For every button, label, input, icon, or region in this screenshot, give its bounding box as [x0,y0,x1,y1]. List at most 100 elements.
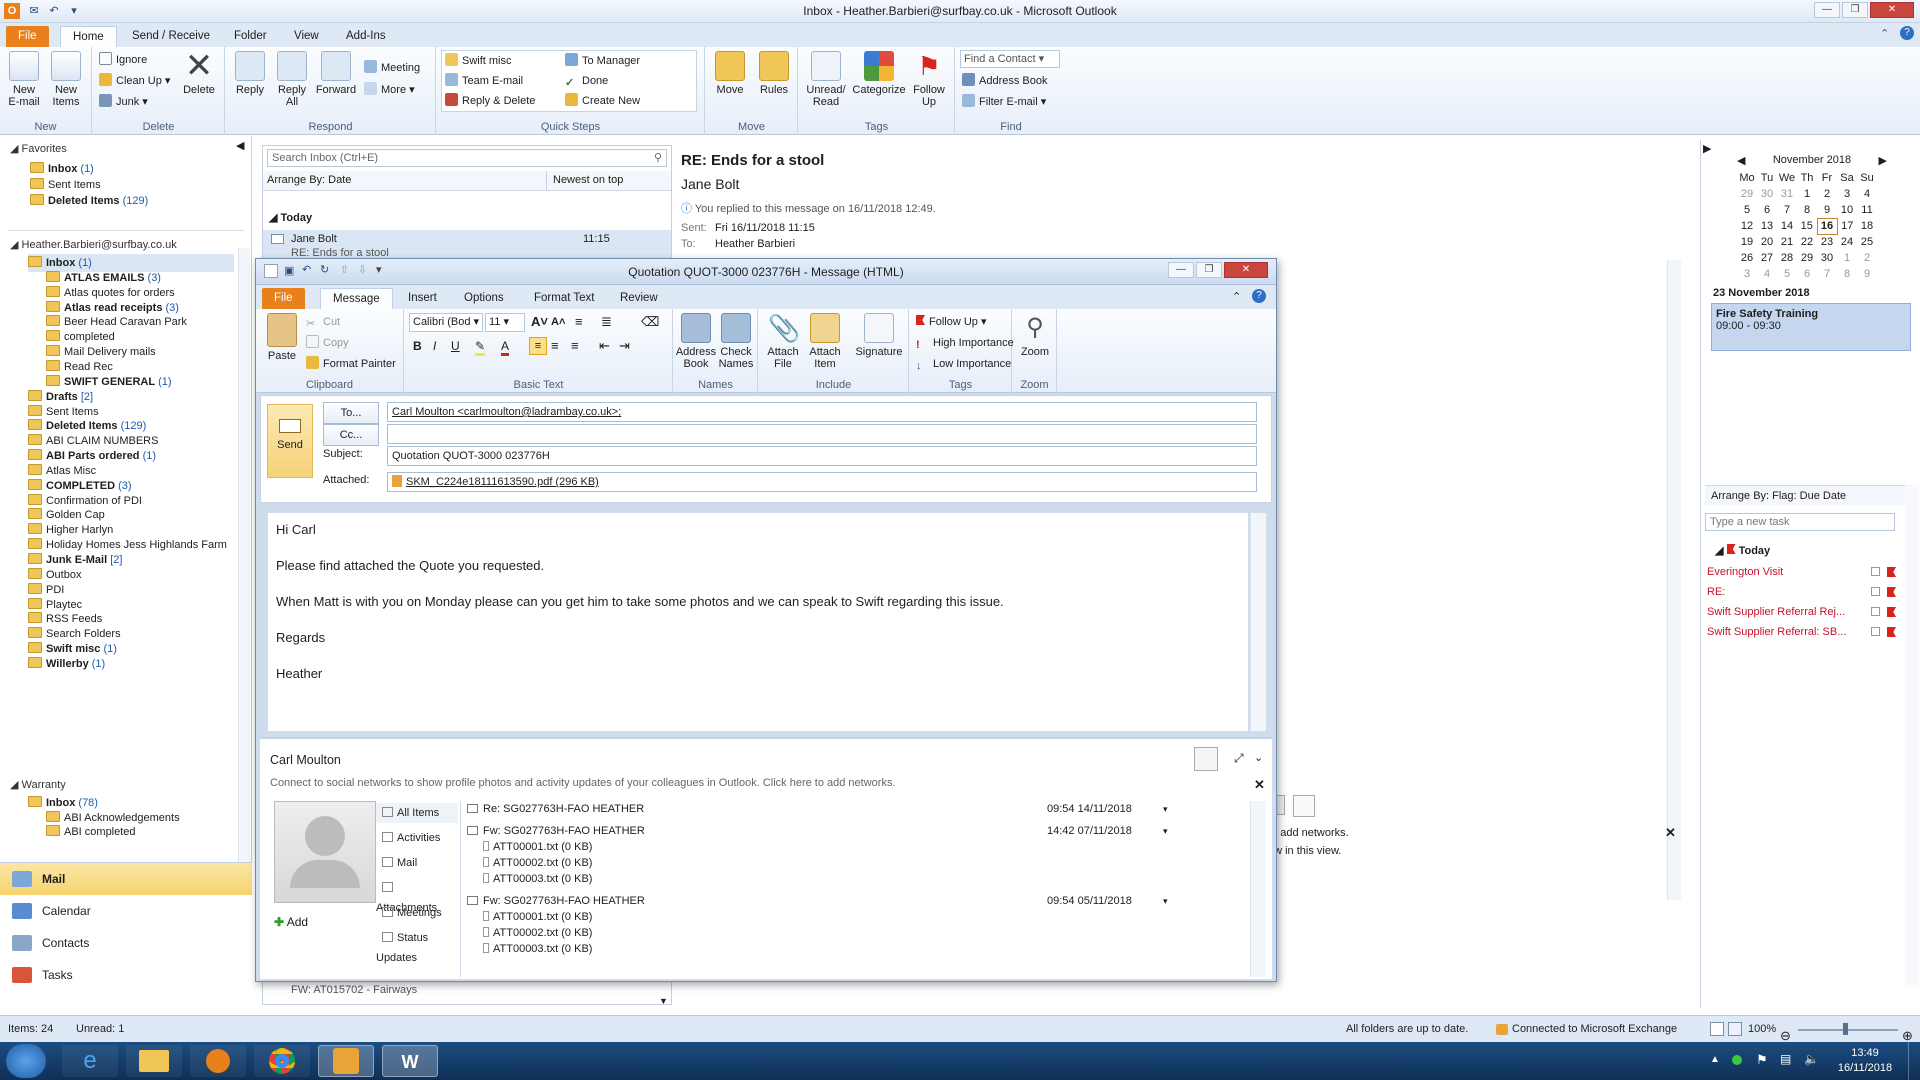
calendar-today[interactable]: 16 [1816,217,1838,235]
show-desktop-button[interactable] [1908,1042,1920,1080]
chevron-down-icon[interactable]: ▾ [1163,801,1168,817]
underline-icon[interactable]: U [451,339,460,353]
calendar-day[interactable]: 13 [1757,218,1777,234]
calendar-day[interactable]: 1 [1797,186,1817,202]
favorites-header[interactable]: ◢ Favorites [10,140,250,158]
warranty-header[interactable]: ◢ Warranty [10,776,250,794]
calendar-day[interactable]: 30 [1817,250,1837,266]
people-filter-item[interactable]: Status Updates [376,928,458,964]
signature-button[interactable]: Signature [851,313,907,358]
calendar-day[interactable]: 25 [1857,234,1877,250]
font-color-icon[interactable]: A [501,339,510,356]
quick-step-team-email[interactable]: Team E-mail [445,72,523,91]
close-icon[interactable]: ✕ [1665,825,1676,841]
avatar[interactable] [1293,795,1315,817]
people-filter-item[interactable]: Mail [376,853,458,873]
list-item[interactable]: Jane Bolt 11:15 RE: Ends for a stool [263,230,671,260]
filter-email-button[interactable]: Filter E-mail ▾ [962,93,1046,112]
calendar-day[interactable]: 9 [1817,202,1837,218]
quick-step-done[interactable]: ✓ Done [565,72,608,91]
minimize-ribbon-icon[interactable]: ⌃ [1232,290,1241,303]
new-email-button[interactable]: New E-mail [2,51,46,108]
calendar-day[interactable]: 21 [1777,234,1797,250]
calendar-day[interactable]: 29 [1737,186,1757,202]
calendar-day[interactable]: 31 [1777,186,1797,202]
appointment[interactable]: Fire Safety Training 09:00 - 09:30 [1711,303,1911,351]
categorize-button[interactable]: Categorize [851,51,907,96]
word-taskbar-icon[interactable]: W [382,1045,438,1077]
people-filter-item[interactable]: Activities [376,828,458,848]
attachment-item[interactable]: ATT00002.txt (0 KB) [483,855,592,871]
to-value[interactable]: Heather Barbieri [715,238,795,250]
flag-icon[interactable] [1887,567,1896,577]
social-hint[interactable]: to add networks. [1268,827,1349,839]
clear-formatting-icon[interactable]: ⌫ [641,314,659,330]
close-button[interactable]: ✕ [1870,2,1914,18]
reading-scrollbar[interactable] [1667,260,1681,900]
reply-button[interactable]: Reply [228,51,272,96]
compose-tab-message[interactable]: Message [320,288,393,309]
people-filter-item[interactable]: Attachments [376,878,458,914]
format-painter-button[interactable]: Format Painter [306,355,396,374]
network-icon[interactable]: ▤ [1780,1052,1791,1066]
calendar-day[interactable]: 28 [1777,250,1797,266]
chevron-down-icon[interactable]: ⌄ [1254,751,1263,764]
calendar-day[interactable]: 2 [1817,186,1837,202]
calendar-day[interactable]: 7 [1817,266,1837,282]
compose-tab-file[interactable]: File [262,288,305,309]
sort-order[interactable]: Newest on top [546,171,623,190]
body-scrollbar[interactable] [1250,513,1266,731]
calendar-day[interactable]: 17 [1837,218,1857,234]
module-tasks[interactable]: Tasks [0,959,252,991]
attach-item-button[interactable]: Attach Item [803,313,847,370]
tab-file[interactable]: File [6,26,49,47]
flag-tray-icon[interactable]: ⚑ [1756,1052,1768,1068]
chevron-down-icon[interactable]: ▾ [1163,893,1168,909]
low-importance-button[interactable]: ↓ Low Importance [916,355,1011,374]
zoom-level[interactable]: 100% [1748,1016,1776,1043]
prev-month-icon[interactable]: ◀ [1737,154,1745,167]
expand-icon[interactable]: ⤢ [1234,751,1244,766]
attachment-item[interactable]: ATT00003.txt (0 KB) [483,871,592,887]
new-items-button[interactable]: New Items [44,51,88,108]
attachment-field[interactable]: SKM_C224e18111613590.pdf (296 KB) [387,472,1257,492]
reading-from[interactable]: Jane Bolt [681,176,739,192]
media-player-icon[interactable] [190,1045,246,1077]
calendar-day[interactable]: 22 [1797,234,1817,250]
folder-item[interactable]: ABI completed [46,823,286,841]
task-group-today[interactable]: ◢ Today [1715,544,1770,557]
attachment-item[interactable]: ATT00001.txt (0 KB) [483,909,592,925]
tab-add-ins[interactable]: Add-Ins [334,26,398,47]
zoom-slider[interactable] [1798,1029,1898,1031]
font-name-select[interactable]: Calibri (Bod ▾ [409,313,483,332]
people-filter-item[interactable]: All Items [376,803,458,823]
cc-button[interactable]: Cc... [323,424,379,446]
module-mail[interactable]: Mail [0,863,252,895]
people-list-item[interactable]: Fw: SG027763H-FAO HEATHER 14:42 07/11/201… [461,823,1241,839]
task-arrange-bar[interactable]: Arrange By: Flag: Due Date [1705,485,1917,505]
show-hidden-icons[interactable]: ▲ [1710,1054,1720,1065]
status-icon[interactable] [1732,1055,1742,1065]
address-book-button[interactable]: Address Book [674,313,718,370]
people-list-item[interactable]: Re: SG027763H-FAO HEATHER 09:54 14/11/201… [461,801,1241,817]
favorite-item[interactable]: Deleted Items (129) [30,192,270,210]
calendar-day[interactable]: 27 [1757,250,1777,266]
calendar-day[interactable]: 5 [1777,266,1797,282]
compose-tab-insert[interactable]: Insert [396,288,449,309]
internet-explorer-icon[interactable]: e [62,1045,118,1077]
compose-restore-button[interactable]: ❐ [1196,262,1222,278]
calendar-day[interactable]: 6 [1757,202,1777,218]
check-names-button[interactable]: Check Names [714,313,758,370]
bold-icon[interactable]: B [413,339,422,353]
file-explorer-icon[interactable] [126,1045,182,1077]
calendar-day[interactable]: 2 [1857,250,1877,266]
attachment-link[interactable]: SKM_C224e18111613590.pdf (296 KB) [406,476,599,488]
scroll-down-icon[interactable]: ▼ [659,996,668,1006]
social-network-hint[interactable]: Connect to social networks to show profi… [270,777,896,789]
cut-button[interactable]: ✂ Cut [306,313,340,332]
people-scrollbar[interactable] [1250,801,1266,977]
search-icon[interactable]: ⚲ [654,150,662,166]
task-item[interactable]: Swift Supplier Referral Rej... [1701,604,1905,622]
calendar-day[interactable]: 9 [1857,266,1877,282]
copy-button[interactable]: Copy [306,334,349,353]
